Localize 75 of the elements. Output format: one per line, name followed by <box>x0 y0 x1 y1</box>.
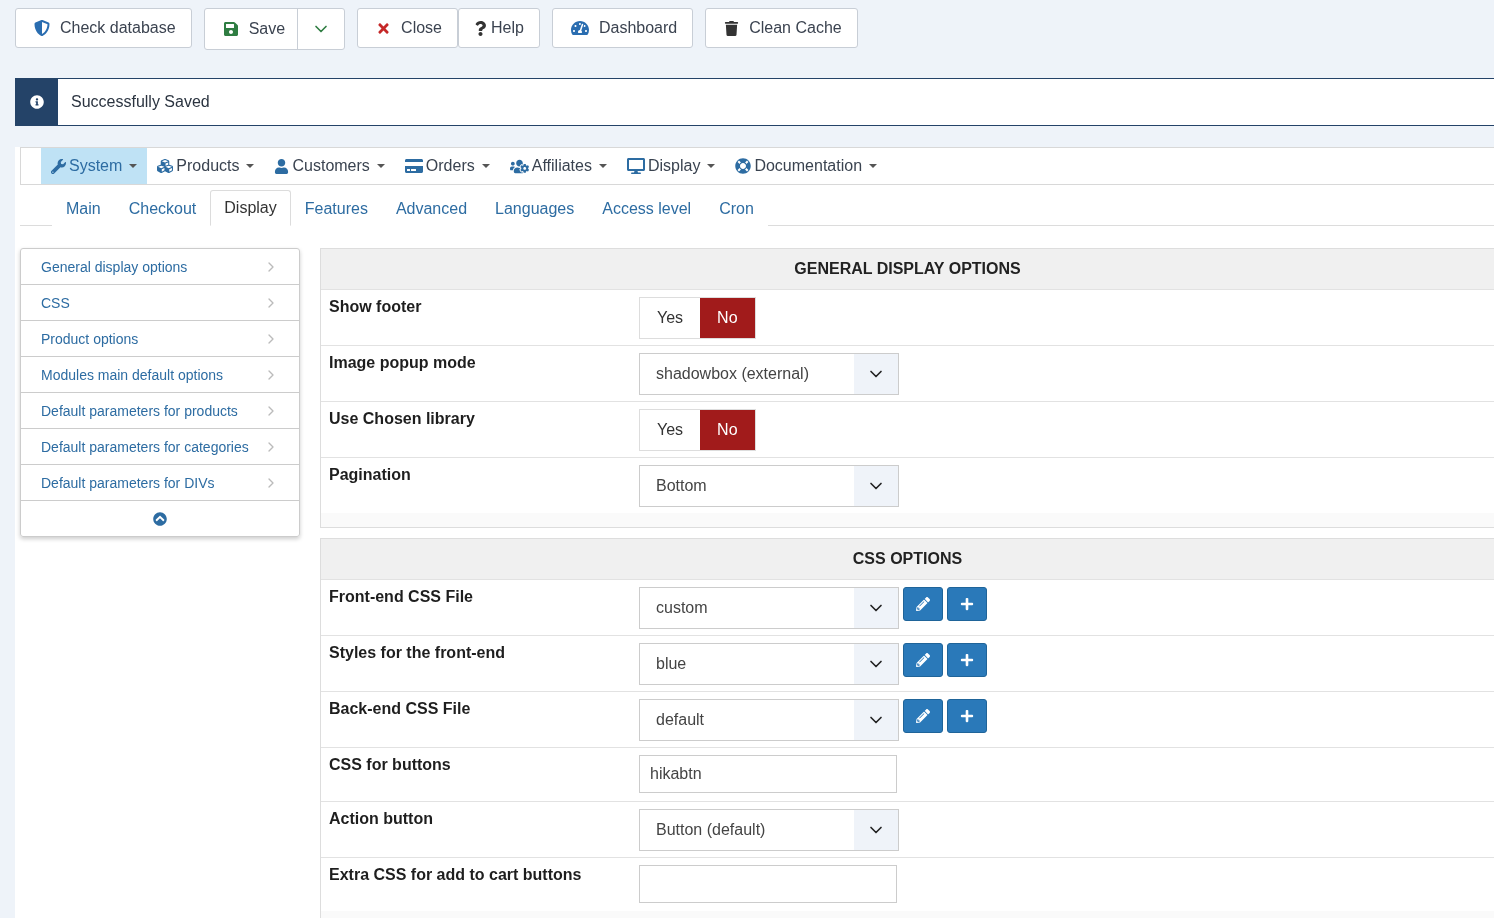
select-field[interactable]: blue <box>639 643 899 685</box>
field-label: Action button <box>329 809 434 829</box>
sidebar-item[interactable]: CSS <box>21 285 299 321</box>
text-field[interactable] <box>639 865 897 903</box>
plus-icon <box>960 653 974 667</box>
select-field[interactable]: Bottom <box>639 465 899 507</box>
menu-item[interactable]: Documentation <box>725 148 888 184</box>
add-button[interactable] <box>947 587 987 621</box>
sidebar-item[interactable]: Default parameters for categories <box>21 429 299 465</box>
field-label: Pagination <box>329 465 412 485</box>
plus-icon <box>960 597 974 611</box>
card-icon <box>404 157 423 175</box>
collapse-icon[interactable] <box>153 511 167 526</box>
tab[interactable]: Display <box>210 190 291 226</box>
menu-item[interactable]: Customers <box>264 148 395 184</box>
sidebar-item[interactable]: Default parameters for DIVs <box>21 465 299 501</box>
lifebuoy-icon <box>735 158 752 174</box>
edit-button[interactable] <box>903 587 943 621</box>
save-icon <box>222 21 239 37</box>
toolbar-button[interactable]: Dashboard <box>551 8 694 48</box>
menu-item[interactable]: Affiliates <box>499 148 617 184</box>
caret-icon <box>598 164 607 168</box>
caret-icon <box>481 164 490 168</box>
menu-item[interactable]: Orders <box>394 148 500 184</box>
toolbar-button[interactable]: Clean Cache <box>705 8 858 48</box>
sidebar-item[interactable]: Modules main default options <box>21 357 299 393</box>
caret-icon <box>707 164 716 168</box>
select-field[interactable]: default <box>639 699 899 741</box>
wrench-icon <box>51 158 66 174</box>
select-field[interactable]: custom <box>639 587 899 629</box>
edit-button[interactable] <box>903 699 943 733</box>
select-field[interactable]: shadowbox (external) <box>639 353 899 395</box>
pencil-icon <box>916 653 930 667</box>
field-label: Styles for the front-end <box>329 643 506 663</box>
message-text: Successfully Saved <box>70 93 210 111</box>
field-label: Back-end CSS File <box>329 699 472 719</box>
field-label: Extra CSS for add to cart buttons <box>329 865 583 885</box>
field-label: Use Chosen library <box>329 409 476 429</box>
trash-icon <box>724 20 740 36</box>
cubes-icon <box>157 158 174 174</box>
menu-item[interactable]: Display <box>616 148 726 184</box>
sidebar-item[interactable]: Default parameters for products <box>21 393 299 429</box>
gauge-icon <box>570 19 589 37</box>
toggle-option[interactable]: No <box>700 298 755 338</box>
toggle-option[interactable]: No <box>700 410 755 450</box>
edit-button[interactable] <box>903 643 943 677</box>
plus-icon <box>960 709 974 723</box>
pencil-icon <box>916 709 930 723</box>
toolbar-button[interactable]: Check database <box>15 8 192 48</box>
caret-icon <box>246 164 255 168</box>
add-button[interactable] <box>947 643 987 677</box>
shield-icon <box>34 20 50 36</box>
section-title: GENERAL DISPLAY OPTIONS <box>321 249 1494 289</box>
menu-item[interactable]: Products <box>147 148 265 184</box>
toolbar-button[interactable]: Help <box>458 8 540 48</box>
text-field[interactable]: hikabtn <box>639 755 897 793</box>
menu-item[interactable]: System <box>41 148 148 184</box>
info-icon <box>30 95 44 109</box>
toolbar-button[interactable]: Close <box>357 8 458 48</box>
sidebar-item[interactable]: Product options <box>21 321 299 357</box>
section-title: CSS OPTIONS <box>321 539 1494 579</box>
pencil-icon <box>916 597 930 611</box>
add-button[interactable] <box>947 699 987 733</box>
user-icon <box>274 158 290 174</box>
field-label: CSS for buttons <box>329 755 452 775</box>
field-label: Image popup mode <box>329 353 477 373</box>
help-icon <box>473 20 488 36</box>
caret-icon <box>376 164 385 168</box>
caret-icon <box>869 164 878 168</box>
field-label: Show footer <box>329 297 423 317</box>
select-field[interactable]: Button (default) <box>639 809 899 851</box>
field-label: Front-end CSS File <box>329 587 474 607</box>
monitor-icon <box>626 157 645 175</box>
caret-icon <box>129 164 138 168</box>
sidebar-item[interactable]: General display options <box>21 249 299 285</box>
